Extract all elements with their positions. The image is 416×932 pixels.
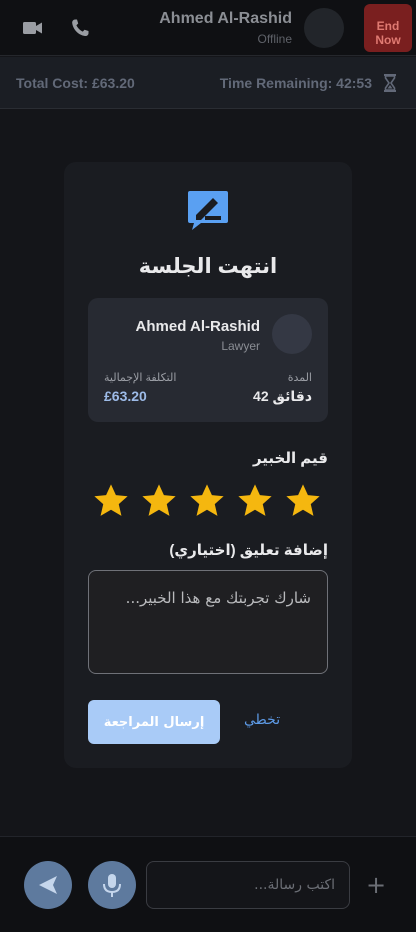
end-call-button[interactable]: End Now: [364, 4, 412, 52]
comment-label: إضافة تعليق (اختياري): [169, 542, 328, 559]
star-5-icon[interactable]: [284, 482, 322, 520]
contact-status: Offline: [257, 32, 292, 46]
call-header: Ahmed Al-Rashid Offline End Now: [0, 0, 416, 56]
session-cost-bar: Total Cost: £63.20 Time Remaining: 42:53: [0, 57, 416, 109]
expert-summary: Ahmed Al-Rashid Lawyer المدة 42 دقائق ال…: [88, 298, 328, 422]
contact-avatar: [304, 8, 344, 48]
rating-label: قيم الخبير: [252, 450, 328, 467]
session-ended-title: انتهت الجلسة: [138, 255, 278, 278]
message-input[interactable]: [146, 861, 350, 909]
message-composer: +: [0, 836, 416, 932]
contact-name: Ahmed Al-Rashid: [159, 10, 292, 27]
total-cost: Total Cost: £63.20: [16, 75, 135, 91]
submit-review-button[interactable]: إرسال المراجعة: [88, 700, 220, 744]
expert-avatar: [272, 314, 312, 354]
star-rating[interactable]: [92, 482, 324, 520]
total-cost-value: £63.20: [104, 388, 147, 404]
comment-input[interactable]: [88, 570, 328, 674]
star-4-icon[interactable]: [236, 482, 274, 520]
send-icon: [39, 876, 57, 894]
total-cost-label: التكلفة الإجمالية: [104, 372, 177, 384]
end-button-line2: Now: [375, 33, 401, 47]
duration-value: 42 دقائق: [253, 388, 312, 404]
microphone-icon: [103, 874, 121, 897]
duration-label: المدة: [287, 372, 312, 384]
end-button-line1: End: [376, 19, 400, 33]
send-button[interactable]: [24, 861, 72, 909]
star-3-icon[interactable]: [188, 482, 226, 520]
video-camera-icon[interactable]: [22, 18, 44, 38]
skip-link[interactable]: تخطي: [244, 712, 280, 728]
session-ended-card: انتهت الجلسة Ahmed Al-Rashid Lawyer المد…: [64, 162, 352, 768]
microphone-button[interactable]: [88, 861, 136, 909]
star-1-icon[interactable]: [92, 482, 130, 520]
star-2-icon[interactable]: [140, 482, 178, 520]
expert-role: Lawyer: [221, 339, 260, 353]
edit-review-icon: [188, 191, 228, 230]
attach-button[interactable]: +: [364, 871, 388, 899]
hourglass-icon: [384, 74, 396, 92]
phone-icon[interactable]: [70, 18, 92, 38]
expert-name: Ahmed Al-Rashid: [135, 318, 260, 335]
time-remaining: Time Remaining: 42:53: [219, 75, 372, 91]
